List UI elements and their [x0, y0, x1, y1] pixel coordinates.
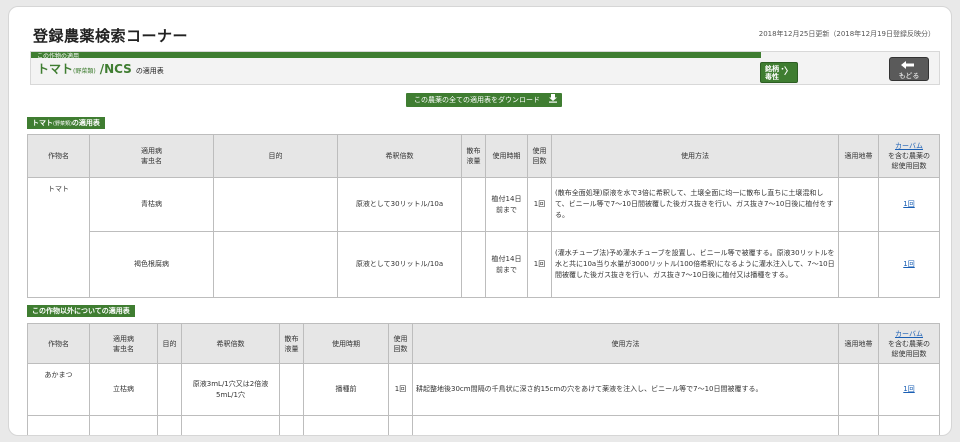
cell-timing: 播種前 [303, 363, 389, 416]
table-header-row: 作物名 適用病 害虫名 目的 希釈倍数 散布 液量 使用時期 使用 回数 使用方法 適… [27, 323, 940, 364]
col-dilution: 希釈倍数 [337, 134, 462, 178]
cell-timing: 植付14日前まで [485, 177, 528, 232]
crop-header: この作物の適用 トマト(野菜類)/NCS の適用表 銘柄・ 毒性 〉 [30, 51, 940, 85]
total-count-link[interactable]: 1回 [903, 385, 914, 393]
table-row: 褐色根腐病 原液として30リットル/10a 植付14日前まで 1回 (灌水チュー… [28, 231, 940, 298]
crop-title: トマト(野菜類)/NCS の適用表 [37, 60, 164, 77]
cell-spray [461, 231, 486, 298]
cell-method: (散布全面処理)原液を水で3倍に希釈して、土壌全面に均一に散布し直ちに土壌混和し… [551, 177, 839, 232]
col-dilution: 希釈倍数 [181, 323, 280, 364]
col-purpose: 目的 [213, 134, 338, 178]
cell-pest: 褐色根腐病 [89, 231, 214, 298]
col-pest: 適用病 害虫名 [89, 134, 214, 178]
cell-total: 1回 [878, 231, 940, 298]
cell-spray [461, 177, 486, 232]
cell-method: (灌水チューブ法)予め灌水チューブを設置し、ビニール等で被覆する。原液30リット… [551, 231, 839, 298]
crop-application-table: 作物名 適用病 害虫名 目的 希釈倍数 散布 液量 使用時期 使用 回数 使用方法 適… [27, 134, 940, 298]
table-row-partial [27, 415, 940, 435]
back-arrow-icon [890, 61, 928, 72]
cell-timing: 植付14日前まで [485, 231, 528, 298]
download-button-label: この農薬の全ての適用表をダウンロード [414, 96, 540, 104]
col-timing: 使用時期 [303, 323, 389, 364]
col-region: 適用地帯 [838, 323, 879, 364]
page-title: 登録農薬検索コーナー [33, 27, 189, 45]
cell-total: 1回 [878, 363, 940, 416]
cell-method: 耕起整地後30cm間隔の千鳥状に深さ約15cmの穴をあけて薬液を注入し、ビニール… [412, 363, 839, 416]
back-button-label: もどる [898, 72, 920, 80]
carbam-link[interactable]: カーバム [895, 330, 923, 338]
col-total: カーバム を含む農薬の 総使用回数 [878, 323, 940, 364]
col-spray: 散布 液量 [279, 323, 304, 364]
cell-crop: トマト [27, 177, 90, 298]
col-count: 使用 回数 [527, 134, 552, 178]
page-frame: 登録農薬検索コーナー 2018年12月25日更新（2018年12月19日登録反映… [8, 6, 952, 436]
cell-dilution: 原液として30リットル/10a [337, 231, 462, 298]
carbam-link[interactable]: カーバム [895, 142, 923, 150]
cell-pest: 立枯病 [89, 363, 158, 416]
col-count: 使用 回数 [388, 323, 413, 364]
table-row: あかまつ 立枯病 原液3mL/1穴又は2倍液 5mL/1穴 播種前 1回 耕起整地… [27, 363, 940, 416]
cell-spray [279, 363, 304, 416]
col-region: 適用地帯 [838, 134, 879, 178]
crop-category: (野菜類) [73, 68, 96, 75]
total-count-link[interactable]: 1回 [903, 260, 914, 268]
cell-purpose [213, 231, 338, 298]
back-button[interactable]: もどる [889, 57, 929, 81]
cell-count: 1回 [527, 177, 552, 232]
cell-region [838, 177, 879, 232]
total-count-link[interactable]: 1回 [903, 200, 914, 208]
cell-dilution: 原液3mL/1穴又は2倍液 5mL/1穴 [181, 363, 280, 416]
section1-crop-sub: (野菜類) [53, 121, 72, 127]
col-purpose: 目的 [157, 323, 182, 364]
section-other-crops-label: この作物以外についての適用表 [27, 305, 135, 317]
cell-count: 1回 [388, 363, 413, 416]
chevron-right-icon: 〉 [783, 67, 793, 77]
other-crops-table: 作物名 適用病 害虫名 目的 希釈倍数 散布 液量 使用時期 使用 回数 使用方法 適… [27, 323, 940, 435]
cell-total: 1回 [878, 177, 940, 232]
crop-header-band-label: この作物の適用 [37, 53, 80, 60]
section1-crop: トマト [32, 119, 53, 127]
product-name: /NCS [99, 62, 132, 76]
update-date: 2018年12月25日更新（2018年12月19日登録反映分） [758, 30, 935, 38]
spec-toxicity-button[interactable]: 銘柄・ 毒性 〉 [760, 62, 798, 83]
col-method: 使用方法 [551, 134, 839, 178]
col-crop: 作物名 [27, 134, 90, 178]
cell-pest: 青枯病 [89, 177, 214, 232]
col-pest: 適用病 害虫名 [89, 323, 158, 364]
cell-region [838, 231, 879, 298]
section1-suffix: の適用表 [71, 119, 100, 127]
download-all-button[interactable]: この農薬の全ての適用表をダウンロード [406, 93, 562, 107]
col-crop: 作物名 [27, 323, 90, 364]
table-header-row: 作物名 適用病 害虫名 目的 希釈倍数 散布 液量 使用時期 使用 回数 使用方法 適… [27, 134, 940, 178]
cell-crop: あかまつ [27, 363, 90, 416]
cell-dilution: 原液として30リットル/10a [337, 177, 462, 232]
cell-purpose [213, 177, 338, 232]
col-total: カーバム を含む農薬の 総使用回数 [878, 134, 940, 178]
download-icon [548, 93, 558, 108]
cell-count: 1回 [527, 231, 552, 298]
table-row: トマト 青枯病 原液として30リットル/10a 植付14日前まで 1回 (散布全… [27, 177, 940, 298]
cell-region [838, 363, 879, 416]
crop-header-band: この作物の適用 [31, 52, 761, 60]
section-crop-table-label: トマト(野菜類)の適用表 [27, 117, 105, 129]
col-method: 使用方法 [412, 323, 839, 364]
cell-purpose [157, 363, 182, 416]
crop-title-suffix: の適用表 [135, 67, 164, 75]
col-timing: 使用時期 [485, 134, 528, 178]
crop-name: トマト [37, 62, 74, 76]
col-spray: 散布 液量 [461, 134, 486, 178]
